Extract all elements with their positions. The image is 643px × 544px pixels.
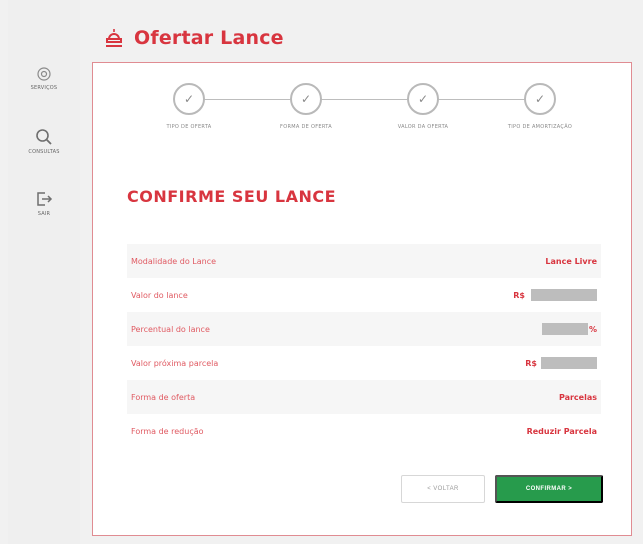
detail-row-valor-lance: Valor do lance R$ [127, 278, 601, 312]
step-valor-da-oferta: ✓ VALOR DA OFERTA [373, 83, 473, 130]
sidebar: SERVIÇOS CONSULTAS SAIR [8, 0, 80, 544]
step-tipo-de-oferta: ✓ TIPO DE OFERTA [139, 83, 239, 130]
detail-value: % [541, 323, 597, 335]
sidebar-item-label: CONSULTAS [28, 149, 60, 155]
detail-row-forma-oferta: Forma de oferta Parcelas [127, 380, 601, 414]
logout-icon [37, 192, 53, 206]
detail-value: R$ [513, 289, 597, 301]
sidebar-item-label: SERVIÇOS [30, 85, 58, 91]
search-icon [36, 129, 52, 145]
detail-label: Percentual do lance [131, 324, 210, 334]
step-forma-de-oferta: ✓ FORMA DE OFERTA [256, 83, 356, 130]
back-button[interactable]: < VOLTAR [401, 475, 485, 503]
currency-prefix: R$ [525, 358, 537, 368]
services-icon [37, 67, 51, 81]
detail-label: Valor do lance [131, 290, 188, 300]
auction-icon [106, 29, 122, 47]
detail-label: Valor próxima parcela [131, 358, 219, 368]
step-tipo-de-amortizacao: ✓ TIPO DE AMORTIZAÇÃO [490, 83, 590, 130]
detail-label: Forma de oferta [131, 392, 196, 402]
detail-row-percentual: Percentual do lance % [127, 312, 601, 346]
step-label: TIPO DE AMORTIZAÇÃO [507, 124, 573, 130]
page-header: Ofertar Lance [104, 24, 284, 52]
currency-prefix: R$ [513, 290, 525, 300]
step-label: TIPO DE OFERTA [166, 124, 212, 130]
progress-stepper: ✓ TIPO DE OFERTA ✓ FORMA DE OFERTA ✓ VAL… [129, 83, 605, 143]
check-icon: ✓ [173, 83, 205, 115]
page-title: Ofertar Lance [134, 27, 284, 49]
sidebar-item-consultas[interactable]: CONSULTAS [8, 128, 80, 155]
detail-value: Parcelas [558, 392, 597, 402]
section-title: CONFIRME SEU LANCE [127, 187, 337, 206]
detail-label: Modalidade do Lance [131, 256, 217, 266]
redacted-value [541, 357, 597, 369]
sidebar-item-servicos[interactable]: SERVIÇOS [8, 66, 80, 91]
check-icon: ✓ [524, 83, 556, 115]
step-label: VALOR DA OFERTA [397, 124, 449, 130]
detail-row-modalidade: Modalidade do Lance Lance Livre [127, 244, 601, 278]
sidebar-item-label: SAIR [37, 211, 51, 217]
detail-value: Reduzir Parcela [526, 426, 597, 436]
detail-row-forma-reducao: Forma de redução Reduzir Parcela [127, 414, 601, 448]
confirm-button[interactable]: CONFIRMAR > [495, 475, 603, 503]
check-icon: ✓ [290, 83, 322, 115]
sidebar-item-sair[interactable]: SAIR [8, 190, 80, 217]
detail-row-proxima-parcela: Valor próxima parcela R$ [127, 346, 601, 380]
redacted-value [541, 323, 588, 335]
check-icon: ✓ [407, 83, 439, 115]
offer-card: ✓ TIPO DE OFERTA ✓ FORMA DE OFERTA ✓ VAL… [92, 62, 632, 536]
step-label: FORMA DE OFERTA [280, 124, 332, 130]
detail-value: R$ [525, 357, 597, 369]
detail-label: Forma de redução [131, 426, 204, 436]
detail-value: Lance Livre [545, 256, 597, 266]
redacted-value [531, 289, 597, 301]
percent-suffix: % [588, 324, 597, 334]
bid-details: Modalidade do Lance Lance Livre Valor do… [127, 244, 601, 448]
